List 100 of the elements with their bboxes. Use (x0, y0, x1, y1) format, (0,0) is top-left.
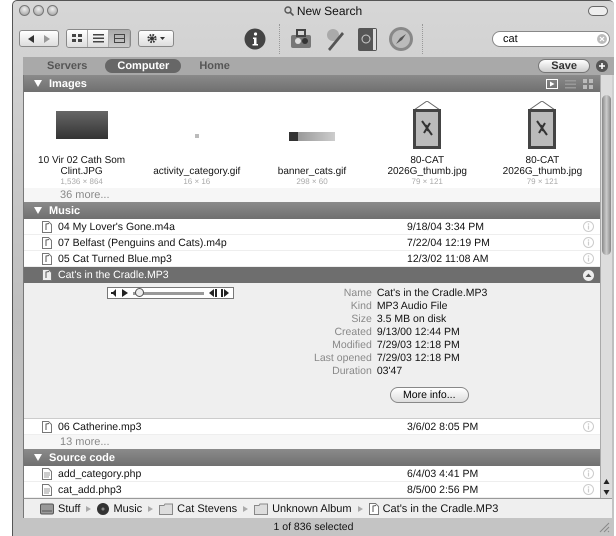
search-field[interactable]: cat (492, 30, 610, 46)
file-row[interactable]: add_category.php 6/4/03 4:41 PM (24, 466, 600, 482)
file-name: 80-CAT 2026G_thumb.jpg (386, 155, 468, 177)
file-row[interactable]: 04 My Lover's Gone.m4a 9/18/04 3:34 PM (24, 219, 600, 235)
document-icon (42, 252, 52, 264)
scroll-thumb[interactable] (602, 95, 611, 255)
document-icon (42, 269, 52, 281)
field-value: 7/29/03 12:18 PM (376, 352, 461, 365)
field-value: MP3 Audio File (376, 300, 448, 313)
minimize-button[interactable] (33, 5, 44, 16)
image-dimensions: 79 × 121 (526, 177, 558, 186)
separator-arrow-icon (358, 506, 363, 512)
zoom-button[interactable] (47, 5, 58, 16)
disclosure-triangle-icon[interactable] (34, 207, 42, 214)
save-button[interactable]: Save (538, 59, 590, 73)
section-title: Source code (49, 452, 116, 464)
folder-icon[interactable] (254, 502, 268, 514)
grid-icon (72, 34, 82, 43)
separator-arrow-icon (243, 506, 248, 512)
field-label: Kind (350, 300, 372, 313)
columns-icon (114, 34, 124, 43)
section-header[interactable]: Images (24, 75, 600, 92)
image-dimensions: 1,536 × 864 (60, 177, 103, 186)
scroll-bar[interactable] (600, 75, 612, 498)
field-value: 03'47 (376, 365, 404, 378)
gear-icon (146, 33, 166, 44)
column-view-button[interactable] (109, 30, 130, 47)
back-forward-button[interactable] (19, 30, 59, 47)
list-view-button[interactable] (88, 30, 109, 47)
more-info-button[interactable]: More info... (390, 387, 469, 403)
hanging-scroll-thumbnail[interactable] (412, 101, 442, 149)
progress-thumb[interactable] (134, 288, 144, 296)
file-name: banner_cats.gif (276, 166, 348, 177)
file-name: 80-CAT 2026G_thumb.jpg (502, 155, 584, 177)
file-row[interactable]: Cat's in the Cradle.MP3 (24, 267, 600, 283)
list-icon (92, 34, 104, 43)
section-title: Music (49, 204, 82, 216)
file-date: 9/18/04 3:34 PM (407, 220, 486, 232)
document-icon (42, 484, 52, 496)
file-name: add_category.php (58, 468, 142, 480)
file-name: 04 My Lover's Gone.m4a (58, 220, 176, 232)
separator-arrow-icon (86, 506, 92, 512)
path-item[interactable]: Unknown Album (272, 502, 352, 514)
separator-arrow-icon (148, 506, 154, 512)
image-dimensions: 298 × 60 (296, 177, 328, 186)
add-icon[interactable] (596, 60, 608, 72)
resize-grip-icon[interactable] (598, 521, 610, 533)
file-name: activity_category.gif (152, 166, 242, 177)
path-item[interactable]: Stuff (58, 502, 80, 514)
fast-forward-icon[interactable] (221, 289, 230, 297)
toolbar-toggle-button[interactable] (588, 6, 608, 16)
path-item[interactable]: Cat Stevens (177, 502, 238, 514)
file-date: 8/5/00 2:56 PM (407, 484, 480, 496)
action-menu-button[interactable] (138, 30, 174, 47)
play-icon[interactable] (122, 289, 128, 297)
window-title: New Search (296, 4, 362, 18)
image-dimensions: 16 × 16 (183, 177, 210, 186)
collapse-icon[interactable] (583, 270, 594, 280)
section-header[interactable]: Music (24, 202, 600, 219)
disc-icon[interactable] (97, 502, 110, 514)
field-label: Created (333, 326, 372, 339)
info-icon[interactable] (244, 28, 266, 50)
image-thumbnail[interactable] (194, 134, 199, 138)
scope-tab[interactable]: Computer (105, 59, 182, 73)
file-name: Cat's in the Cradle.MP3 (58, 269, 170, 281)
disclosure-triangle-icon[interactable] (34, 80, 42, 87)
section-title: Images (49, 78, 88, 90)
icon-view-button[interactable] (67, 30, 88, 47)
rewind-icon[interactable] (209, 289, 218, 297)
file-date: 7/22/04 12:19 PM (407, 236, 491, 248)
compass-icon[interactable] (388, 26, 414, 52)
file-name: 05 Cat Turned Blue.mp3 (58, 252, 173, 264)
document-icon[interactable] (368, 502, 379, 514)
section-header[interactable]: Source code (24, 449, 600, 466)
field-value: Cat's in the Cradle.MP3 (376, 287, 488, 300)
field-value: 3.5 MB on disk (376, 313, 448, 326)
document-icon (42, 220, 52, 232)
file-name: 06 Catherine.mp3 (58, 420, 142, 432)
status-text: 1 of 836 selected (274, 521, 354, 533)
field-label: Name (342, 287, 372, 300)
disclosure-triangle-icon[interactable] (34, 454, 42, 461)
file-name: cat_add.php3 (58, 484, 123, 496)
folder-icon[interactable] (159, 502, 174, 514)
dictionary-icon[interactable] (356, 26, 380, 52)
magnifier-icon (284, 6, 294, 16)
path-item[interactable]: Music (113, 502, 142, 514)
slideshow-icon[interactable] (546, 78, 558, 88)
close-button[interactable] (19, 5, 30, 16)
banner-thumbnail[interactable] (289, 132, 335, 140)
volume-icon[interactable] (111, 289, 119, 297)
field-label: Last opened (314, 352, 372, 365)
audio-player[interactable] (107, 287, 234, 299)
hanging-scroll-thumbnail[interactable] (527, 101, 558, 149)
file-date: 6/4/03 4:41 PM (407, 468, 480, 480)
path-item[interactable]: Cat's in the Cradle.MP3 (382, 502, 498, 514)
back-forward-arrows-icon (28, 34, 50, 42)
field-value: 9/13/00 12:44 PM (376, 326, 461, 339)
file-row[interactable]: 07 Belfast (Penguins and Cats).m4p 7/22/04 12:19 PM (24, 235, 600, 251)
file-name: 07 Belfast (Penguins and Cats).m4p (58, 236, 228, 248)
field-label: Modified (331, 339, 372, 352)
